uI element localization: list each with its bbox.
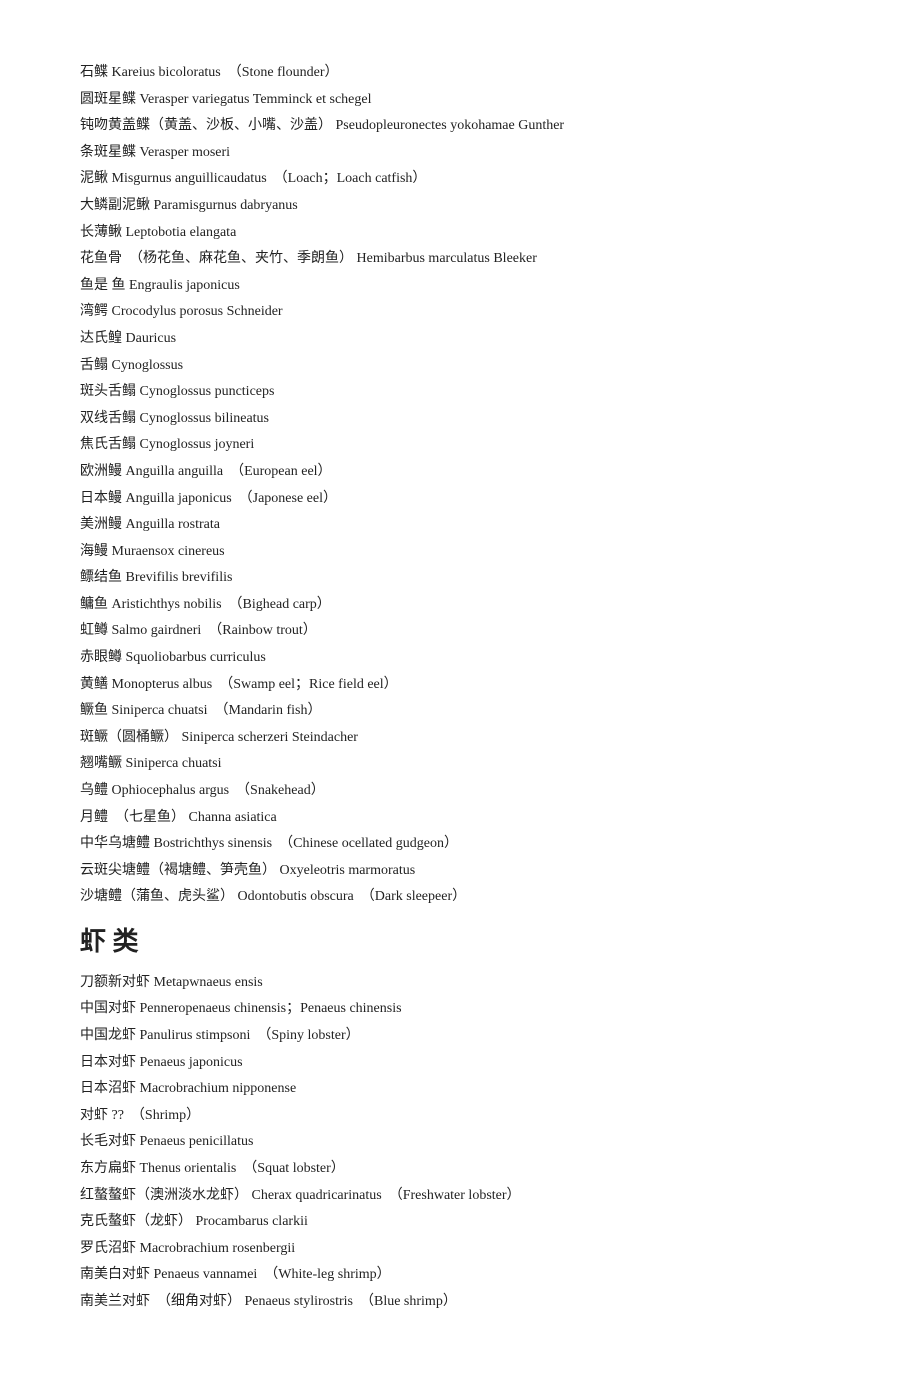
list-item: 泥鳅 Misgurnus anguillicaudatus （Loach；Loa… bbox=[80, 166, 840, 193]
list-item: 虹鳟 Salmo gairdneri （Rainbow trout） bbox=[80, 618, 840, 645]
list-item: 南美兰对虾 （细角对虾） Penaeus stylirostris （Blue … bbox=[80, 1289, 840, 1316]
list-item: 湾鳄 Crocodylus porosus Schneider bbox=[80, 299, 840, 326]
list-item: 月鳢 （七星鱼） Channa asiatica bbox=[80, 805, 840, 832]
list-item: 中国对虾 Penneropenaeus chinensis；Penaeus ch… bbox=[80, 996, 840, 1023]
list-item: 日本沼虾 Macrobrachium nipponense bbox=[80, 1076, 840, 1103]
list-item: 云斑尖塘鳢（褐塘鳢、笋壳鱼） Oxyeleotris marmoratus bbox=[80, 858, 840, 885]
list-item: 长毛对虾 Penaeus penicillatus bbox=[80, 1129, 840, 1156]
list-item: 罗氏沼虾 Macrobrachium rosenbergii bbox=[80, 1236, 840, 1263]
list-item: 斑头舌鳎 Cynoglossus puncticeps bbox=[80, 379, 840, 406]
list-item: 克氏螯虾（龙虾） Procambarus clarkii bbox=[80, 1209, 840, 1236]
list-item: 条斑星鲽 Verasper moseri bbox=[80, 140, 840, 167]
list-item: 中华乌塘鳢 Bostrichthys sinensis （Chinese oce… bbox=[80, 831, 840, 858]
list-item: 东方扁虾 Thenus orientalis （Squat lobster） bbox=[80, 1156, 840, 1183]
list-item: 花鱼骨 （杨花鱼、麻花鱼、夹竹、季朗鱼） Hemibarbus marculat… bbox=[80, 246, 840, 273]
list-item: 斑鳜（圆桶鳜） Siniperca scherzeri Steindacher bbox=[80, 725, 840, 752]
list-item: 大鳞副泥鳅 Paramisgurnus dabryanus bbox=[80, 193, 840, 220]
list-item: 欧洲鳗 Anguilla anguilla （European eel） bbox=[80, 459, 840, 486]
list-item: 美洲鳗 Anguilla rostrata bbox=[80, 512, 840, 539]
list-item: 鱼是 鱼 Engraulis japonicus bbox=[80, 273, 840, 300]
shrimp-list: 刀额新对虾 Metapwnaeus ensis中国对虾 Penneropenae… bbox=[80, 970, 840, 1316]
list-item: 对虾 ?? （Shrimp） bbox=[80, 1103, 840, 1130]
list-item: 鳔结鱼 Brevifilis brevifilis bbox=[80, 565, 840, 592]
list-item: 圆斑星鲽 Verasper variegatus Temminck et sch… bbox=[80, 87, 840, 114]
list-item: 鳙鱼 Aristichthys nobilis （Bighead carp） bbox=[80, 592, 840, 619]
list-item: 达氏鳇 Dauricus bbox=[80, 326, 840, 353]
list-item: 双线舌鳎 Cynoglossus bilineatus bbox=[80, 406, 840, 433]
list-item: 日本鳗 Anguilla japonicus （Japonese eel） bbox=[80, 486, 840, 513]
list-item: 海鳗 Muraensox cinereus bbox=[80, 539, 840, 566]
shrimp-section-header: 虾 类 bbox=[80, 919, 840, 966]
list-item: 翘嘴鳜 Siniperca chuatsi bbox=[80, 751, 840, 778]
list-item: 沙塘鳢（蒲鱼、虎头鲨） Odontobutis obscura （Dark sl… bbox=[80, 884, 840, 911]
list-item: 乌鳢 Ophiocephalus argus （Snakehead） bbox=[80, 778, 840, 805]
list-item: 焦氏舌鳎 Cynoglossus joyneri bbox=[80, 432, 840, 459]
list-item: 舌鳎 Cynoglossus bbox=[80, 353, 840, 380]
list-item: 赤眼鳟 Squoliobarbus curriculus bbox=[80, 645, 840, 672]
list-item: 长薄鳅 Leptobotia elangata bbox=[80, 220, 840, 247]
list-item: 钝吻黄盖鲽（黄盖、沙板、小嘴、沙盖） Pseudopleuronectes yo… bbox=[80, 113, 840, 140]
list-item: 石鲽 Kareius bicoloratus （Stone flounder） bbox=[80, 60, 840, 87]
list-item: 中国龙虾 Panulirus stimpsoni （Spiny lobster） bbox=[80, 1023, 840, 1050]
fish-list: 石鲽 Kareius bicoloratus （Stone flounder）圆… bbox=[80, 60, 840, 911]
list-item: 刀额新对虾 Metapwnaeus ensis bbox=[80, 970, 840, 997]
list-item: 黄鳝 Monopterus albus （Swamp eel；Rice fiel… bbox=[80, 672, 840, 699]
list-item: 红螯螯虾（澳洲淡水龙虾） Cherax quadricarinatus （Fre… bbox=[80, 1183, 840, 1210]
list-item: 南美白对虾 Penaeus vannamei （White-leg shrimp… bbox=[80, 1262, 840, 1289]
list-item: 鳜鱼 Siniperca chuatsi （Mandarin fish） bbox=[80, 698, 840, 725]
list-item: 日本对虾 Penaeus japonicus bbox=[80, 1050, 840, 1077]
